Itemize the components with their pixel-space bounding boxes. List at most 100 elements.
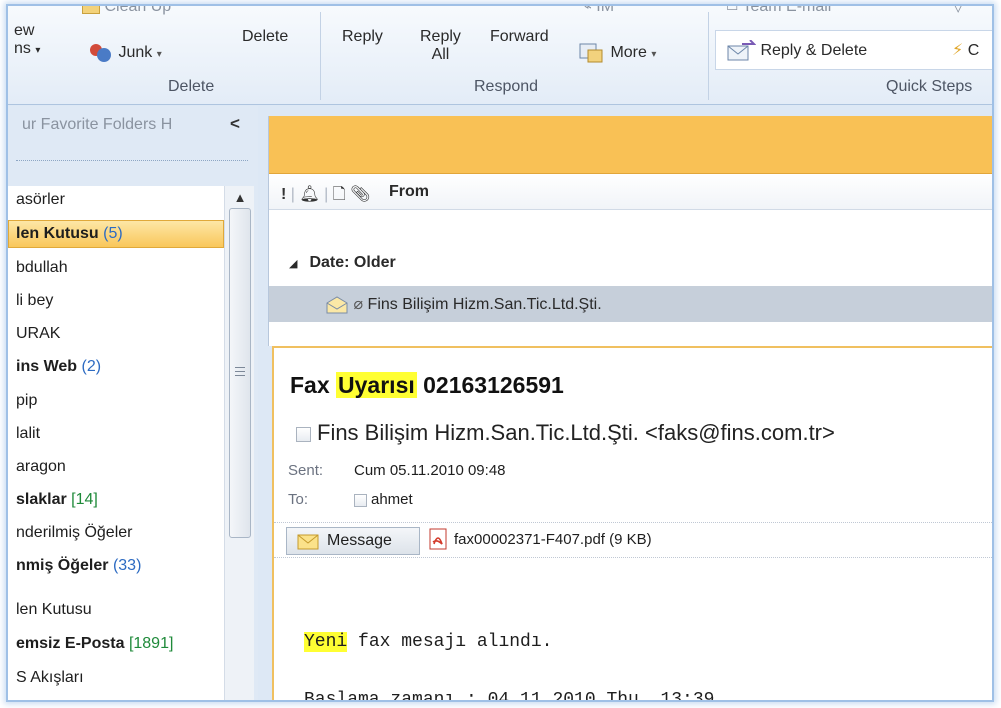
attachment-file[interactable]: fax00002371-F407.pdf (9 KB) [429, 528, 652, 550]
reply-delete-icon [727, 40, 756, 61]
body-highlight: Yeni [304, 632, 348, 652]
envelope-icon [297, 534, 319, 550]
scrollbar-thumb[interactable] [229, 208, 251, 538]
folder-item-drafts[interactable]: slaklar [14] [16, 490, 98, 510]
scroll-up-icon[interactable]: ▲ [230, 190, 250, 206]
folder-item[interactable]: lalit [16, 424, 40, 444]
folder-name: asörler [16, 191, 65, 208]
reminder-column-icon[interactable]: 🔔︎ [299, 186, 319, 203]
folder-name: lalit [16, 425, 41, 442]
item-count: [14] [71, 491, 98, 508]
folder-item[interactable]: aragon [16, 457, 66, 477]
to-line: To: ahmet [288, 491, 413, 508]
message-list: ! | 🔔︎ | 🗋 📎︎ From ◢ Date: Older ⌀ Fins B… [268, 116, 992, 346]
message-sender: Fins Bilişim Hizm.San.Tic.Ltd.Şti. [367, 296, 602, 313]
attachment-column-icon[interactable]: 📎︎ [350, 186, 370, 203]
column-from[interactable]: From [389, 183, 429, 201]
message-row-content: ⌀ Fins Bilişim Hizm.San.Tic.Ltd.Şti. [325, 294, 602, 315]
group-label: Date: Older [309, 254, 396, 271]
date-group-header[interactable]: ◢ Date: Older [289, 254, 396, 272]
collapse-pane-icon[interactable]: < [230, 114, 240, 134]
team-email-button[interactable]: ▭ Team E-mail [726, 6, 831, 16]
folder-item-outbox[interactable]: len Kutusu [16, 600, 92, 620]
reply-delete-button[interactable]: Reply & Delete [726, 40, 867, 62]
unread-count: (5) [103, 225, 123, 242]
im-button[interactable]: ⌁ IM [584, 6, 614, 16]
chevron-down-icon: ▾ [156, 49, 162, 61]
group-label-respond: Respond [474, 78, 539, 95]
more-button[interactable]: More ▾ [578, 42, 656, 64]
folder-name: emsiz E-Posta [16, 635, 125, 652]
reply-all-button[interactable]: Reply All [420, 28, 461, 64]
folder-name: len Kutusu [16, 601, 92, 618]
sender-contact-checkbox[interactable] [296, 426, 311, 442]
message-row[interactable]: ⌀ Fins Bilişim Hizm.San.Tic.Ltd.Şti. [269, 286, 992, 322]
reply-button[interactable]: Reply [342, 28, 383, 46]
clean-up-icon [82, 6, 100, 14]
subject-highlight: Uyarısı [336, 372, 417, 398]
folder-item[interactable]: URAK [16, 324, 60, 344]
message-tab[interactable]: Message [286, 527, 420, 555]
folder-item[interactable]: asörler [16, 190, 65, 210]
message-tab-label: Message [327, 532, 392, 549]
reply-all-label-2: All [431, 46, 450, 63]
ribbon: ew ns ▾ Clean Up Junk ▾ Delete Delete Re… [8, 6, 992, 105]
reply-all-label-1: Reply [420, 28, 461, 45]
folder-item[interactable]: pip [16, 391, 37, 411]
body-line-2: Başlama zamanı : 04.11.2010 Thu. 13:39 [304, 690, 715, 702]
folder-item-rss[interactable]: S Akışları [16, 668, 84, 688]
sender-address[interactable]: Fins Bilişim Hizm.San.Tic.Ltd.Şti. <faks… [317, 420, 835, 445]
folder-name: aragon [16, 458, 66, 475]
view-label: ew [14, 22, 35, 39]
body-line-1: Yeni fax mesajı alındı. [304, 632, 552, 652]
body-text: fax mesajı alındı. [347, 632, 553, 652]
group-label-quick-steps: Quick Steps [886, 78, 973, 95]
folder-name: URAK [16, 325, 61, 342]
folder-name: nmiş Öğeler [16, 557, 109, 574]
folder-list: asörler len Kutusu (5) bdullah li bey UR… [8, 186, 224, 700]
folder-item[interactable]: li bey [16, 291, 53, 311]
folder-name: ins Web [16, 358, 78, 375]
message-sender-line: Fins Bilişim Hizm.San.Tic.Ltd.Şti. <faks… [296, 420, 835, 446]
subject-part: 02163126591 [416, 372, 564, 398]
view-button-partial[interactable]: ew ns ▾ [14, 22, 40, 60]
more-label: More [610, 44, 647, 62]
items-label: ns [14, 40, 31, 57]
sent-label: Sent: [288, 462, 324, 479]
folder-item-sent[interactable]: nderilmiş Öğeler [16, 523, 132, 543]
junk-icon [90, 44, 111, 62]
recipient-checkbox[interactable] [354, 493, 367, 507]
importance-column-icon[interactable]: ! [281, 186, 286, 203]
folder-item[interactable]: ins Web (2) [16, 357, 101, 377]
reading-pane: Fax Uyarısı 02163126591 Fins Bilişim Hiz… [272, 346, 992, 702]
icon-column-icon[interactable]: 🗋 [333, 186, 346, 203]
create-new-button[interactable]: ⚡ C [952, 42, 979, 60]
attachment-bar: Message fax00002371-F407.pdf (9 KB) [274, 522, 992, 558]
recipient-name[interactable]: ahmet [371, 491, 413, 508]
divider [708, 12, 709, 100]
unread-count: (2) [81, 358, 102, 375]
reply-delete-label: Reply & Delete [760, 42, 868, 60]
folder-item-inbox[interactable]: len Kutusu (5) [16, 224, 123, 244]
collapse-triangle-icon[interactable]: ◢ [289, 258, 297, 270]
item-count: [1891] [128, 635, 174, 652]
clean-up-button[interactable]: Clean Up [82, 6, 171, 16]
junk-button[interactable]: Junk ▾ [88, 42, 162, 64]
folder-item[interactable]: bdullah [16, 258, 68, 278]
folder-name: nderilmiş Öğeler [16, 524, 133, 541]
folder-item-deleted[interactable]: nmiş Öğeler (33) [16, 556, 141, 576]
group-label-delete: Delete [168, 78, 215, 95]
folder-name: len Kutusu [16, 225, 99, 242]
forward-button[interactable]: Forward [490, 28, 549, 46]
attachment-icon: ⌀ [353, 296, 364, 313]
create-new-label: C [967, 42, 980, 59]
divider [320, 12, 321, 100]
sent-line: Sent: Cum 05.11.2010 09:48 [288, 462, 506, 479]
navigation-pane: ur Favorite Folders H < asörler len Kutu… [8, 106, 258, 700]
divider [16, 160, 248, 161]
delete-button[interactable]: Delete [242, 28, 288, 46]
quick-steps-scroll-icon[interactable]: ▽ [952, 6, 964, 16]
folder-item-junk[interactable]: emsiz E-Posta [1891] [16, 634, 173, 654]
folder-scrollbar[interactable]: ▲ [224, 186, 254, 700]
sent-value: Cum 05.11.2010 09:48 [354, 462, 506, 479]
